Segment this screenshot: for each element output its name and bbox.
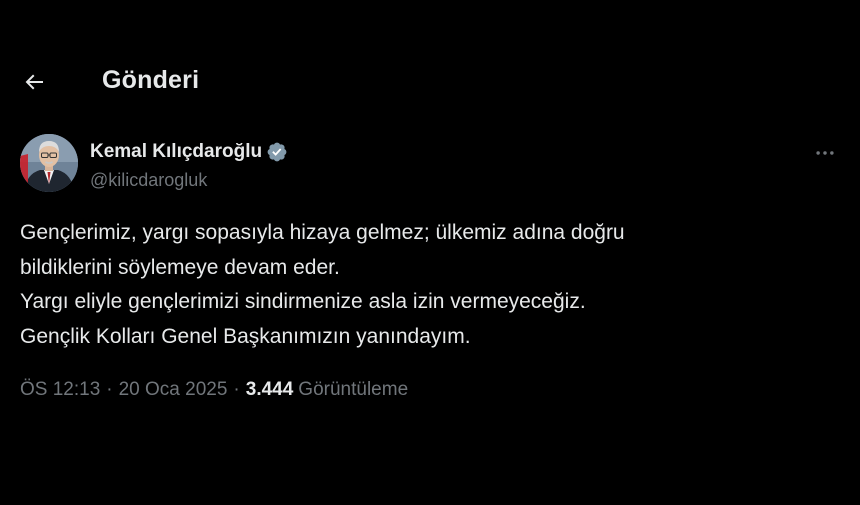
back-button[interactable] [16,64,52,100]
post-time[interactable]: ÖS 12:13 [20,379,100,401]
meta-separator: · [233,379,240,400]
post-text-line: Yargı eliyle gençlerimizi sindirmenize a… [20,290,586,313]
post-text-line: bildiklerini söylemeye devam eder. [20,255,340,279]
more-options-button[interactable] [810,138,840,168]
meta-separator: · [106,379,113,400]
more-horizontal-icon [816,151,834,155]
post-meta: ÖS 12:13 · 20 Oca 2025 · 3.444 Görüntüle… [20,379,408,401]
post-text-line: Gençlik Kolları Genel Başkanımızın yanın… [20,324,471,348]
top-bar: Gönderi [0,52,860,112]
views-label: Görüntüleme [298,379,409,400]
post-text-line: Gençlerimiz, yargı sopasıyla hizaya gelm… [20,221,625,244]
views-count[interactable]: 3.444 [246,379,294,401]
display-name[interactable]: Kemal Kılıçdaroğlu [90,141,262,163]
user-handle[interactable]: @kilicdarogluk [90,170,207,191]
avatar[interactable] [20,134,78,192]
profile-photo [20,134,78,192]
verified-badge-icon[interactable] [266,141,288,163]
post-author: Kemal Kılıçdaroğlu @kilicdarogluk [20,134,840,198]
name-row: Kemal Kılıçdaroğlu [90,141,288,163]
post-date[interactable]: 20 Oca 2025 [119,379,228,401]
post-text: Gençlerimiz, yargı sopasıyla hizaya gelm… [20,216,840,354]
page-title: Gönderi [102,66,200,94]
arrow-left-icon [25,74,43,90]
